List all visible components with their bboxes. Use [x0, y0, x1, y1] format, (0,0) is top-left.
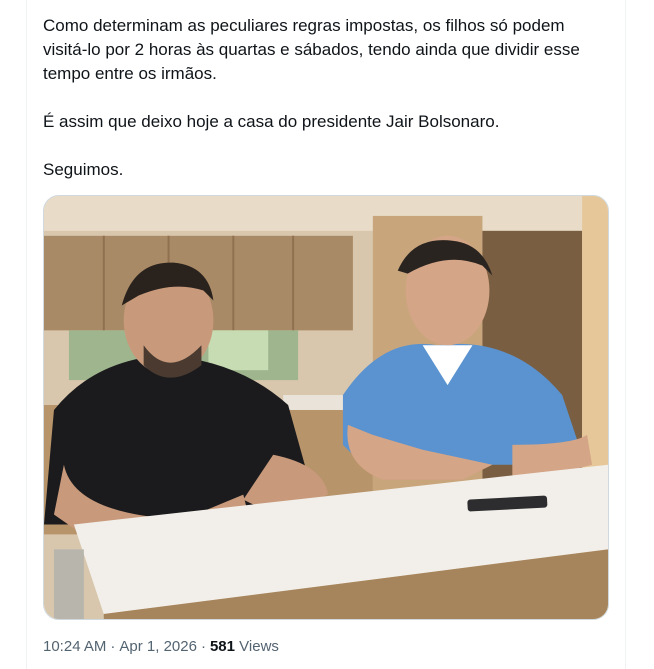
views-label: Views [239, 638, 279, 655]
tweet-text: Como determinam as peculiares regras imp… [43, 14, 613, 182]
tweet-text-line: visitá-lo por 2 horas às quartas e sábad… [43, 40, 580, 59]
tweet-date[interactable]: Apr 1, 2026 [119, 638, 197, 655]
tweet-text-line: Como determinam as peculiares regras imp… [43, 16, 565, 35]
tweet-text-line: É assim que deixo hoje a casa do preside… [43, 112, 500, 131]
meta-separator: · [110, 638, 116, 655]
tweet-time[interactable]: 10:24 AM [43, 638, 106, 655]
meta-separator: · [200, 638, 206, 655]
views-count: 581 [209, 638, 235, 655]
tweet-text-line: tempo entre os irmãos. [43, 64, 217, 83]
photo-illustration [44, 196, 608, 619]
tweet-photo[interactable] [43, 195, 609, 620]
tweet-text-line: Seguimos. [43, 160, 124, 179]
tweet-meta: 10:24 AM · Apr 1, 2026 · 581 Views [43, 637, 279, 657]
